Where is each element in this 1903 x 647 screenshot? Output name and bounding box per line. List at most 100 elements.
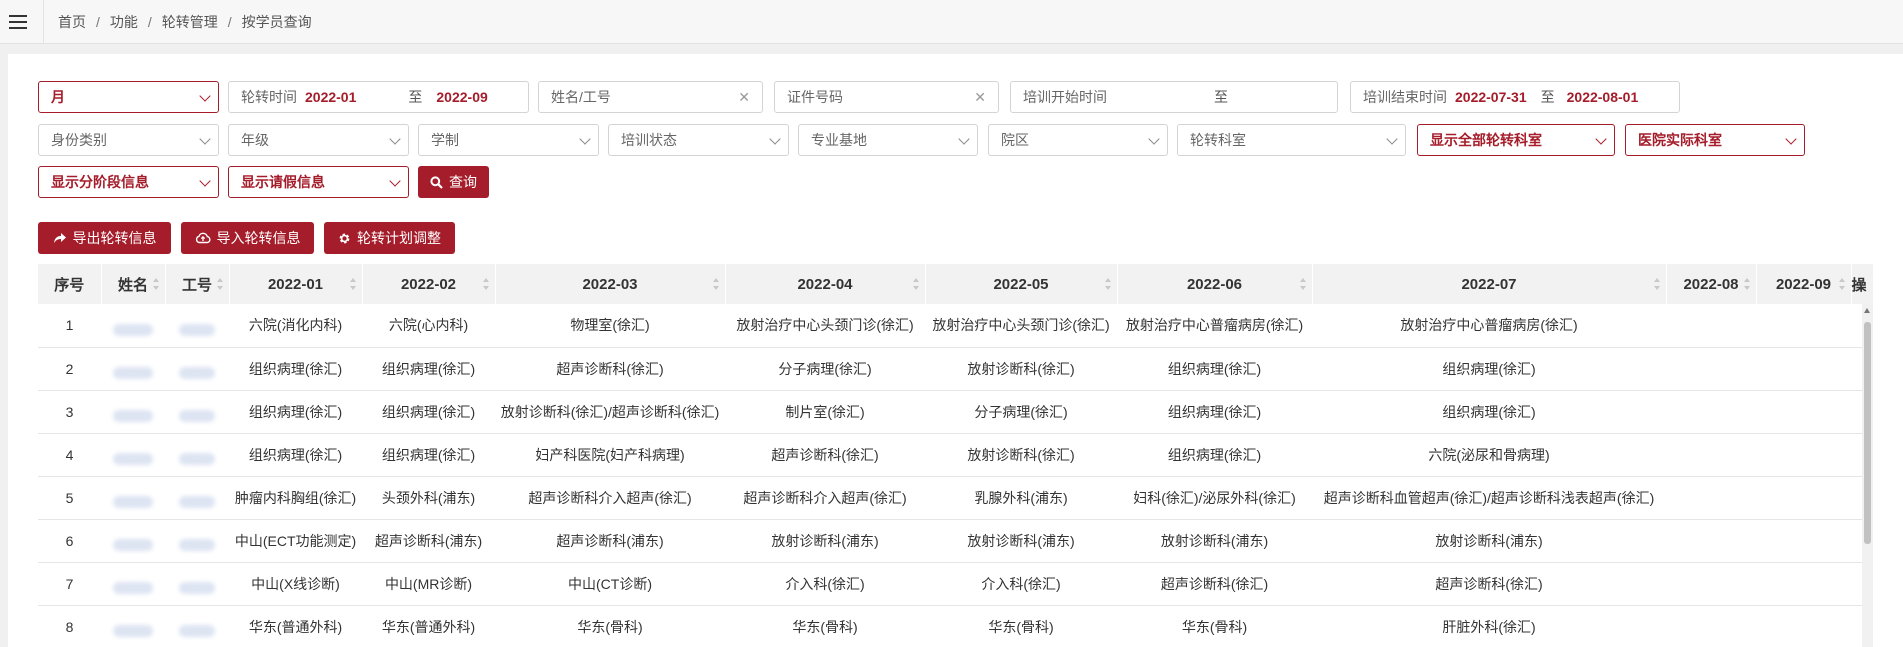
query-button[interactable]: 查询 xyxy=(418,166,489,198)
column-header[interactable]: 工号 xyxy=(165,264,230,304)
table-cell xyxy=(1666,519,1756,562)
adjust-plan-button[interactable]: 轮转计划调整 xyxy=(324,222,455,254)
base-select[interactable]: 专业基地 xyxy=(798,124,978,156)
table-scrollbar[interactable] xyxy=(1862,304,1873,647)
table-cell: 华东(骨科) xyxy=(1181,618,1248,635)
period-select-value: 月 xyxy=(51,89,65,105)
table-cell: 中山(MR诊断) xyxy=(384,575,473,592)
row-index-cell: 1 xyxy=(65,317,74,334)
table-cell: 华东(骨科) xyxy=(988,618,1054,635)
scrollbar-thumb[interactable] xyxy=(1864,322,1871,544)
table-cell: 肿瘤内科胸组(徐汇) xyxy=(234,489,357,506)
table-cell xyxy=(1756,605,1851,647)
breadcrumb-function[interactable]: 功能 xyxy=(110,12,138,32)
column-header-label: 工号 xyxy=(181,276,212,294)
clear-icon[interactable]: ✕ xyxy=(738,89,750,106)
grade-select[interactable]: 年级 xyxy=(228,124,409,156)
chevron-down-icon xyxy=(1148,133,1160,145)
rotation-time-range[interactable]: 轮转时间 2022-01 至 2022-09 xyxy=(228,81,529,113)
column-header[interactable]: 2022-03 xyxy=(495,264,726,304)
period-select[interactable]: 月 xyxy=(38,81,219,113)
id-number-input[interactable]: 证件号码 ✕ xyxy=(774,81,999,113)
train-start-range[interactable]: 培训开始时间 至 xyxy=(1010,81,1338,113)
column-header[interactable]: 2022-01 xyxy=(229,264,363,304)
table-cell xyxy=(1666,476,1756,519)
scroll-up-arrow-icon[interactable] xyxy=(1864,308,1870,313)
column-header-label: 姓名 xyxy=(117,276,148,294)
table-cell xyxy=(1756,304,1851,347)
table-row[interactable]: 2 组织病理(徐汇) 组织病理(徐汇) 超声诊断科(徐汇) 分子病理(徐汇) 放射诊断科(… xyxy=(38,347,1873,390)
table-cell: 华东(骨科) xyxy=(792,618,858,635)
redacted-text xyxy=(179,496,215,508)
table-row[interactable]: 8 华东(普通外科) 华东(普通外科) 华东(骨科) 华东(骨科) 华东(骨科) 华东(骨科… xyxy=(38,605,1873,647)
sort-icon[interactable] xyxy=(1743,278,1750,290)
table-cell xyxy=(1756,519,1851,562)
train-end-to-value[interactable]: 2022-08-01 xyxy=(1567,89,1639,105)
sort-icon[interactable] xyxy=(912,278,919,290)
table-row[interactable]: 7 中山(X线诊断) 中山(MR诊断) 中山(CT诊断) 介入科(徐汇) 介入科(徐汇) 超… xyxy=(38,562,1873,605)
table-cell: 放射治疗中心普瘤病房(徐汇) xyxy=(1400,317,1578,334)
hospital-dept-select[interactable]: 医院实际科室 xyxy=(1625,124,1805,156)
row-index-cell: 2 xyxy=(65,360,74,377)
sort-icon[interactable] xyxy=(1838,278,1845,290)
sort-icon[interactable] xyxy=(1104,278,1111,290)
rotation-to-value[interactable]: 2022-09 xyxy=(436,89,487,105)
column-header[interactable]: 2022-06 xyxy=(1117,264,1313,304)
breadcrumb-home[interactable]: 首页 xyxy=(58,12,86,32)
id-cell-redacted xyxy=(165,347,229,390)
hamburger-menu-icon[interactable] xyxy=(9,14,27,29)
rotation-from-value[interactable]: 2022-01 xyxy=(305,89,356,105)
breadcrumb-rotation[interactable]: 轮转管理 xyxy=(162,12,218,32)
sort-icon[interactable] xyxy=(1653,278,1660,290)
export-button[interactable]: 导出轮转信息 xyxy=(38,222,171,254)
show-stage-select[interactable]: 显示分阶段信息 xyxy=(38,166,219,198)
sort-icon[interactable] xyxy=(1299,278,1306,290)
table-cell: 华东(普通外科) xyxy=(381,618,476,635)
column-header[interactable]: 2022-08 xyxy=(1666,264,1757,304)
table-row[interactable]: 1 六院(消化内科) 六院(心内科) 物理室(徐汇) 放射治疗中心头颈门诊(徐汇) 放射治… xyxy=(38,304,1873,347)
show-leave-select[interactable]: 显示请假信息 xyxy=(228,166,409,198)
table-cell: 组织病理(徐汇) xyxy=(1167,403,1262,420)
rotation-dept-select[interactable]: 轮转科室 xyxy=(1177,124,1406,156)
id-cell-redacted xyxy=(165,433,229,476)
table-row[interactable]: 3 组织病理(徐汇) 组织病理(徐汇) 放射诊断科(徐汇)/超声诊断科(徐汇) 制片室(… xyxy=(38,390,1873,433)
sort-icon[interactable] xyxy=(216,278,223,290)
show-all-depts-select[interactable]: 显示全部轮转科室 xyxy=(1417,124,1615,156)
table-cell xyxy=(1666,390,1756,433)
table-row[interactable]: 6 中山(ECT功能测定) 超声诊断科(浦东) 超声诊断科(浦东) 放射诊断科(浦东) 放… xyxy=(38,519,1873,562)
table-cell: 乳腺外科(浦东) xyxy=(974,489,1068,506)
table-cell: 妇科(徐汇)/泌尿外科(徐汇) xyxy=(1133,489,1296,506)
train-end-range[interactable]: 培训结束时间 2022-07-31 至 2022-08-01 xyxy=(1350,81,1680,113)
sort-icon[interactable] xyxy=(152,278,159,290)
column-header[interactable]: 序号 xyxy=(38,264,102,304)
column-header[interactable]: 操 xyxy=(1851,264,1873,304)
table-cell: 超声诊断科(徐汇) xyxy=(1435,575,1543,592)
clear-icon[interactable]: ✕ xyxy=(974,89,986,106)
column-header[interactable]: 2022-07 xyxy=(1312,264,1667,304)
table-row[interactable]: 4 组织病理(徐汇) 组织病理(徐汇) 妇产科医院(妇产科病理) 超声诊断科(徐汇) 放射… xyxy=(38,433,1873,476)
chevron-down-icon xyxy=(199,133,211,145)
id-cell-redacted xyxy=(165,476,229,519)
search-icon xyxy=(430,175,443,189)
train-status-select[interactable]: 培训状态 xyxy=(608,124,789,156)
train-end-from-value[interactable]: 2022-07-31 xyxy=(1455,89,1527,105)
column-header[interactable]: 2022-02 xyxy=(362,264,496,304)
campus-select[interactable]: 院区 xyxy=(988,124,1168,156)
column-header[interactable]: 2022-09 xyxy=(1756,264,1852,304)
chevron-down-icon xyxy=(1595,133,1607,145)
redacted-text xyxy=(179,539,215,551)
sort-icon[interactable] xyxy=(482,278,489,290)
table-row[interactable]: 5 肿瘤内科胸组(徐汇) 头颈外科(浦东) 超声诊断科介入超声(徐汇) 超声诊断科介入超… xyxy=(38,476,1873,519)
name-input[interactable]: 姓名/工号 ✕ xyxy=(538,81,763,113)
name-placeholder: 姓名/工号 xyxy=(551,89,611,105)
sort-icon[interactable] xyxy=(349,278,356,290)
table-cell: 放射诊断科(浦东) xyxy=(1160,532,1269,549)
table-cell: 超声诊断科(徐汇) xyxy=(1160,575,1269,592)
sort-icon[interactable] xyxy=(712,278,719,290)
column-header[interactable]: 2022-05 xyxy=(925,264,1118,304)
column-header[interactable]: 2022-04 xyxy=(725,264,926,304)
identity-type-select[interactable]: 身份类别 xyxy=(38,124,219,156)
schooling-select[interactable]: 学制 xyxy=(418,124,599,156)
column-header[interactable]: 姓名 xyxy=(101,264,166,304)
import-button[interactable]: 导入轮转信息 xyxy=(181,222,314,254)
